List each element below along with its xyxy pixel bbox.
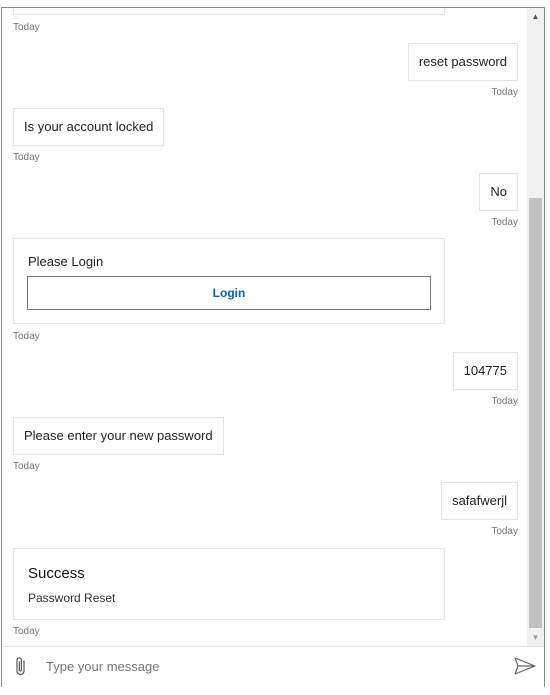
message-text: reset password — [418, 54, 507, 69]
message-timestamp: Today — [491, 87, 518, 98]
card-subtitle: Password Reset — [28, 591, 116, 605]
message-timestamp: Today — [13, 461, 40, 472]
message-list: Today reset password Today Is your accou… — [2, 8, 527, 646]
message-text: Is your account locked — [24, 119, 154, 134]
card-title: Please Login — [28, 254, 104, 269]
message-input[interactable] — [46, 654, 486, 678]
message-input-bar — [2, 646, 544, 686]
user-message: reset password — [407, 43, 518, 81]
card-title: Success — [28, 565, 85, 582]
message-text: safafwerjl — [452, 493, 507, 508]
scroll-up-icon[interactable]: ▲ — [527, 8, 544, 25]
message-timestamp: Today — [491, 526, 518, 537]
message-timestamp: Today — [13, 626, 40, 637]
message-timestamp: Today — [13, 331, 40, 342]
message-timestamp: Today — [13, 152, 40, 163]
message-timestamp: Today — [13, 22, 40, 33]
send-icon[interactable] — [514, 657, 536, 675]
scroll-down-icon[interactable]: ▼ — [527, 629, 544, 646]
login-card: Please Login Login — [13, 238, 445, 324]
message-text: No — [490, 184, 507, 199]
paperclip-icon[interactable] — [14, 655, 28, 677]
success-card: Success Password Reset — [13, 548, 445, 620]
user-message: safafwerjl — [441, 482, 518, 520]
message-text: Please enter your new password — [24, 428, 213, 443]
message-timestamp: Today — [491, 217, 518, 228]
message-text: 104775 — [463, 363, 507, 378]
message-timestamp: Today — [491, 396, 518, 407]
user-message: 104775 — [452, 352, 518, 390]
partial-bot-card — [13, 8, 445, 15]
login-button[interactable]: Login — [27, 276, 431, 310]
bot-message: Is your account locked — [13, 108, 165, 146]
bot-message: Please enter your new password — [13, 417, 224, 455]
scrollbar-thumb[interactable] — [529, 198, 542, 628]
user-message: No — [479, 173, 518, 211]
vertical-scrollbar[interactable]: ▲ ▼ — [527, 8, 544, 646]
